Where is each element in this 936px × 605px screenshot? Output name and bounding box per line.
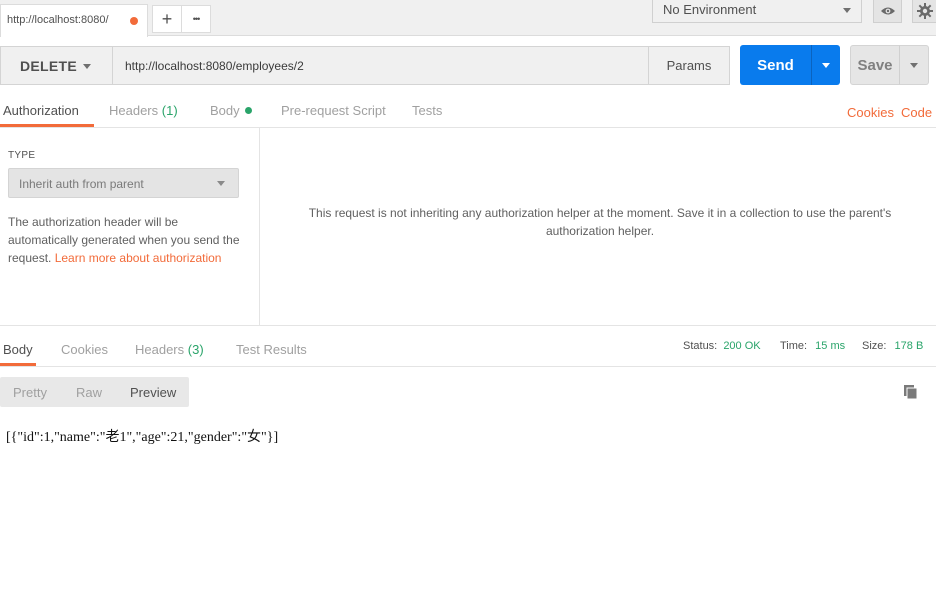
- response-body: [{"id":1,"name":"老1","age":21,"gender":"…: [6, 430, 279, 445]
- save-button-label: Save: [857, 56, 893, 74]
- unsaved-dot-icon: [130, 17, 138, 25]
- environment-select-value: No Environment: [663, 2, 757, 17]
- response-tab-headers-label: Headers: [135, 342, 185, 357]
- panel-divider: [259, 128, 260, 325]
- view-preview-button[interactable]: Preview: [130, 385, 176, 400]
- response-size: Size: 178 B: [862, 340, 923, 352]
- size-label: Size:: [862, 340, 887, 352]
- response-tab-body[interactable]: Body: [3, 342, 33, 357]
- gear-icon: [917, 3, 933, 19]
- request-tab-label: http://localhost:8080/: [7, 14, 109, 26]
- tab-headers-label: Headers: [109, 103, 159, 118]
- copy-icon[interactable]: [903, 384, 919, 400]
- more-tabs-button[interactable]: •••: [181, 5, 211, 33]
- auth-type-select[interactable]: Inherit auth from parent: [8, 168, 239, 198]
- tab-authorization[interactable]: Authorization: [3, 103, 79, 118]
- cookies-link[interactable]: Cookies: [847, 105, 894, 120]
- environment-select[interactable]: No Environment: [652, 0, 862, 23]
- plus-icon: +: [161, 8, 173, 29]
- response-tab-headers[interactable]: Headers (3): [135, 342, 204, 357]
- auth-description: The authorization header will be automat…: [8, 213, 248, 267]
- request-tab[interactable]: http://localhost:8080/: [0, 4, 148, 37]
- chevron-down-icon: [83, 64, 91, 69]
- response-tab-test-results[interactable]: Test Results: [236, 342, 307, 357]
- auth-type-select-value: Inherit auth from parent: [19, 177, 144, 191]
- params-button-label: Params: [666, 58, 712, 73]
- tab-body[interactable]: Body: [210, 103, 252, 118]
- response-time: Time: 15 ms: [780, 340, 845, 352]
- more-icon: •••: [192, 14, 201, 24]
- chevron-down-icon: [910, 63, 918, 68]
- send-options-button[interactable]: [811, 45, 840, 85]
- response-tab-headers-count: (3): [187, 342, 204, 357]
- chevron-down-icon: [843, 8, 851, 13]
- url-input[interactable]: http://localhost:8080/employees/2: [113, 46, 649, 85]
- send-button-label: Send: [757, 56, 794, 74]
- params-button[interactable]: Params: [648, 46, 730, 85]
- tab-bar: http://localhost:8080/ + ••• No Environm…: [0, 0, 936, 37]
- code-link[interactable]: Code: [901, 105, 932, 120]
- view-raw-button[interactable]: Raw: [76, 385, 102, 400]
- tab-pre-request-script[interactable]: Pre-request Script: [281, 103, 386, 118]
- time-label: Time:: [780, 340, 808, 352]
- learn-more-link[interactable]: Learn more about authorization: [55, 251, 222, 265]
- tab-tests[interactable]: Tests: [412, 103, 442, 118]
- method-select[interactable]: DELETE: [0, 46, 113, 85]
- chevron-down-icon: [217, 181, 225, 186]
- auth-type-label: TYPE: [8, 150, 36, 161]
- auth-message: This request is not inheriting any autho…: [308, 206, 892, 238]
- time-value: 15 ms: [815, 340, 846, 352]
- send-button[interactable]: Send: [740, 45, 811, 85]
- has-content-dot-icon: [244, 107, 252, 114]
- tab-body-label: Body: [210, 103, 240, 118]
- url-input-value: http://localhost:8080/employees/2: [125, 59, 304, 73]
- eye-icon: [880, 7, 895, 15]
- view-pretty-button[interactable]: Pretty: [13, 385, 47, 400]
- response-status: Status: 200 OK: [683, 340, 761, 352]
- response-tab-cookies[interactable]: Cookies: [61, 342, 108, 357]
- new-tab-button[interactable]: +: [152, 5, 182, 33]
- environment-quick-look-button[interactable]: [873, 0, 902, 23]
- response-view-toggle: Pretty Raw Preview: [0, 377, 189, 407]
- divider: [0, 325, 936, 326]
- environment-settings-button[interactable]: [912, 0, 936, 23]
- divider: [0, 127, 936, 128]
- divider: [0, 366, 936, 367]
- tab-headers-count: (1): [161, 103, 178, 118]
- size-value: 178 B: [894, 340, 924, 352]
- method-select-value: DELETE: [20, 58, 78, 74]
- status-label: Status:: [683, 340, 718, 352]
- status-value: 200 OK: [723, 340, 761, 352]
- save-options-button[interactable]: [899, 45, 929, 85]
- tab-headers[interactable]: Headers (1): [109, 103, 178, 118]
- chevron-down-icon: [822, 63, 830, 68]
- save-button[interactable]: Save: [850, 45, 900, 85]
